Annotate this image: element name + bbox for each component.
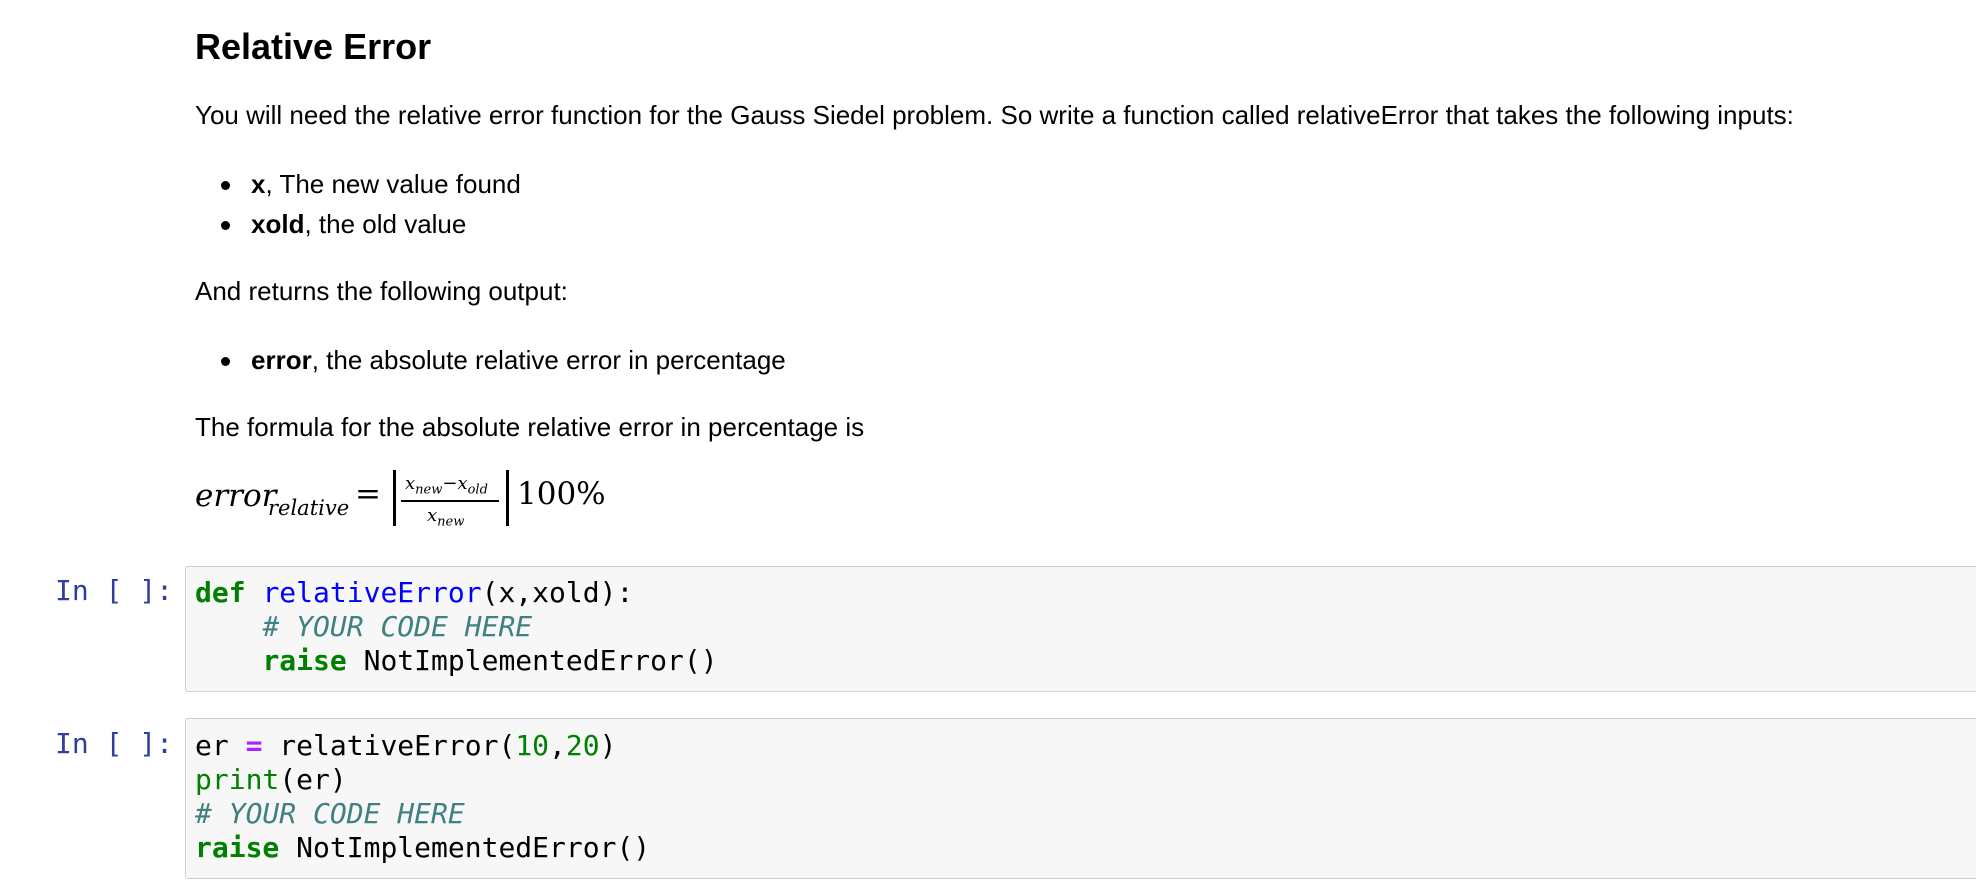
output-name: error <box>251 345 312 375</box>
formula-denominator: xnew <box>427 505 465 530</box>
cell-prompt: In [ ]: <box>55 574 174 607</box>
bullet-icon <box>221 357 230 366</box>
input-name: x <box>251 169 266 199</box>
code-keyword: raise <box>195 831 280 864</box>
fraction-bar <box>401 500 499 502</box>
list-item: error, the absolute relative error in pe… <box>195 340 786 380</box>
formula-numerator: xnew−xold <box>405 473 488 498</box>
input-name: xold <box>251 209 305 239</box>
code-cell-1[interactable]: def relativeError(x,xold): # YOUR CODE H… <box>185 566 1976 692</box>
intro-paragraph: You will need the relative error functio… <box>195 100 1794 130</box>
cell-prompt: In [ ]: <box>55 727 174 760</box>
abs-bar-left <box>393 470 396 526</box>
code-function-name: relativeError <box>262 576 482 609</box>
code-line: print(er) <box>195 763 347 797</box>
code-builtin: print <box>195 763 280 796</box>
input-desc: , the old value <box>304 209 467 239</box>
code-keyword: def <box>195 576 246 609</box>
abs-bar-right <box>506 470 509 526</box>
inputs-list: x, The new value found xold, the old val… <box>195 164 521 244</box>
formula-lhs: error <box>195 478 277 514</box>
code-line: raise NotImplementedError() <box>195 644 718 678</box>
code-text: NotImplementedError() <box>279 831 651 864</box>
code-cell-2[interactable]: er = relativeError(10,20) print(er) # YO… <box>185 718 1976 879</box>
code-number: 20 <box>565 729 600 762</box>
code-text: relativeError( <box>262 729 516 762</box>
returns-paragraph: And returns the following output: <box>195 276 568 306</box>
code-line: def relativeError(x,xold): <box>195 576 633 610</box>
output-desc: , the absolute relative error in percent… <box>311 345 786 375</box>
code-number: 10 <box>515 729 550 762</box>
code-comment: # YOUR CODE HERE <box>262 610 533 643</box>
list-item: xold, the old value <box>195 204 521 244</box>
code-line: # YOUR CODE HERE <box>195 610 532 644</box>
formula-suffix: 100% <box>517 476 606 512</box>
code-text: er <box>195 729 246 762</box>
code-line: raise NotImplementedError() <box>195 831 650 865</box>
bullet-icon <box>221 221 230 230</box>
code-line: er = relativeError(10,20) <box>195 729 616 763</box>
code-text: , <box>549 729 566 762</box>
code-comment: # YOUR CODE HERE <box>195 797 465 830</box>
formula-equals: = <box>355 476 381 512</box>
code-line: # YOUR CODE HERE <box>195 797 465 831</box>
code-text: (x,xold): <box>481 576 634 609</box>
input-desc: , The new value found <box>265 169 521 199</box>
code-text: ) <box>599 729 617 762</box>
list-item: x, The new value found <box>195 164 521 204</box>
section-heading: Relative Error <box>195 26 432 67</box>
code-keyword: raise <box>262 644 347 677</box>
formula-lhs-subscript: relative <box>268 496 350 520</box>
bullet-icon <box>221 181 230 190</box>
code-text: (er) <box>279 763 347 796</box>
formula-paragraph: The formula for the absolute relative er… <box>195 412 865 442</box>
code-operator: = <box>245 729 263 762</box>
code-text: NotImplementedError() <box>346 644 718 677</box>
outputs-list: error, the absolute relative error in pe… <box>195 340 786 380</box>
